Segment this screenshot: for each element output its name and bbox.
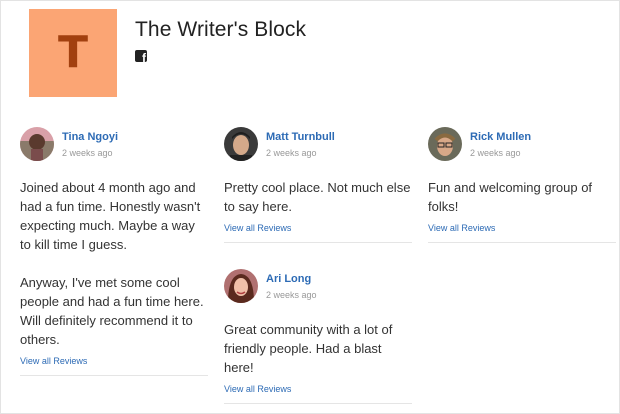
review-header: Matt Turnbull 2 weeks ago: [224, 127, 412, 163]
review-time: 2 weeks ago: [266, 148, 317, 158]
review-text: Great community with a lot of friendly p…: [224, 320, 412, 377]
page-title[interactable]: The Writer's Block: [135, 18, 306, 42]
page-logo[interactable]: T: [29, 9, 117, 97]
divider: [428, 242, 616, 243]
divider: [224, 242, 412, 243]
review-card: Rick Mullen 2 weeks ago Fun and welcomin…: [428, 127, 616, 243]
review-time: 2 weeks ago: [266, 290, 317, 300]
avatar[interactable]: [20, 127, 54, 161]
avatar[interactable]: [224, 127, 258, 161]
avatar[interactable]: [428, 127, 462, 161]
review-card: Matt Turnbull 2 weeks ago Pretty cool pl…: [224, 127, 412, 243]
review-card: Tina Ngoyi 2 weeks ago Joined about 4 mo…: [20, 127, 208, 376]
review-time: 2 weeks ago: [470, 148, 521, 158]
review-header: Rick Mullen 2 weeks ago: [428, 127, 616, 163]
facebook-icon[interactable]: f: [135, 50, 147, 62]
page-frame: T The Writer's Block f Tina Ngoyi 2 week…: [0, 0, 620, 414]
reviewer-name[interactable]: Matt Turnbull: [266, 131, 335, 143]
review-card: Ari Long 2 weeks ago Great community wit…: [224, 269, 412, 404]
view-all-reviews-link[interactable]: View all Reviews: [428, 223, 616, 233]
review-text: Joined about 4 month ago and had a fun t…: [20, 178, 208, 349]
divider: [20, 375, 208, 376]
logo-letter: T: [57, 27, 88, 78]
view-all-reviews-link[interactable]: View all Reviews: [224, 223, 412, 233]
reviewer-name[interactable]: Tina Ngoyi: [62, 131, 118, 143]
review-time: 2 weeks ago: [62, 148, 113, 158]
review-text: Fun and welcoming group of folks!: [428, 178, 616, 216]
view-all-reviews-link[interactable]: View all Reviews: [20, 356, 208, 366]
review-header: Tina Ngoyi 2 weeks ago: [20, 127, 208, 163]
review-paragraph: Fun and welcoming group of folks!: [428, 180, 593, 214]
divider: [224, 403, 412, 404]
review-paragraph: Pretty cool place. Not much else to say …: [224, 180, 411, 214]
view-all-reviews-link[interactable]: View all Reviews: [224, 384, 412, 394]
reviewer-name[interactable]: Ari Long: [266, 273, 311, 285]
review-header: Ari Long 2 weeks ago: [224, 269, 412, 305]
review-paragraph: Great community with a lot of friendly p…: [224, 322, 393, 375]
avatar[interactable]: [224, 269, 258, 303]
review-text: Pretty cool place. Not much else to say …: [224, 178, 412, 216]
review-paragraph: Joined about 4 month ago and had a fun t…: [20, 180, 201, 252]
reviewer-name[interactable]: Rick Mullen: [470, 131, 531, 143]
review-paragraph: Anyway, I've met some cool people and ha…: [20, 275, 204, 347]
